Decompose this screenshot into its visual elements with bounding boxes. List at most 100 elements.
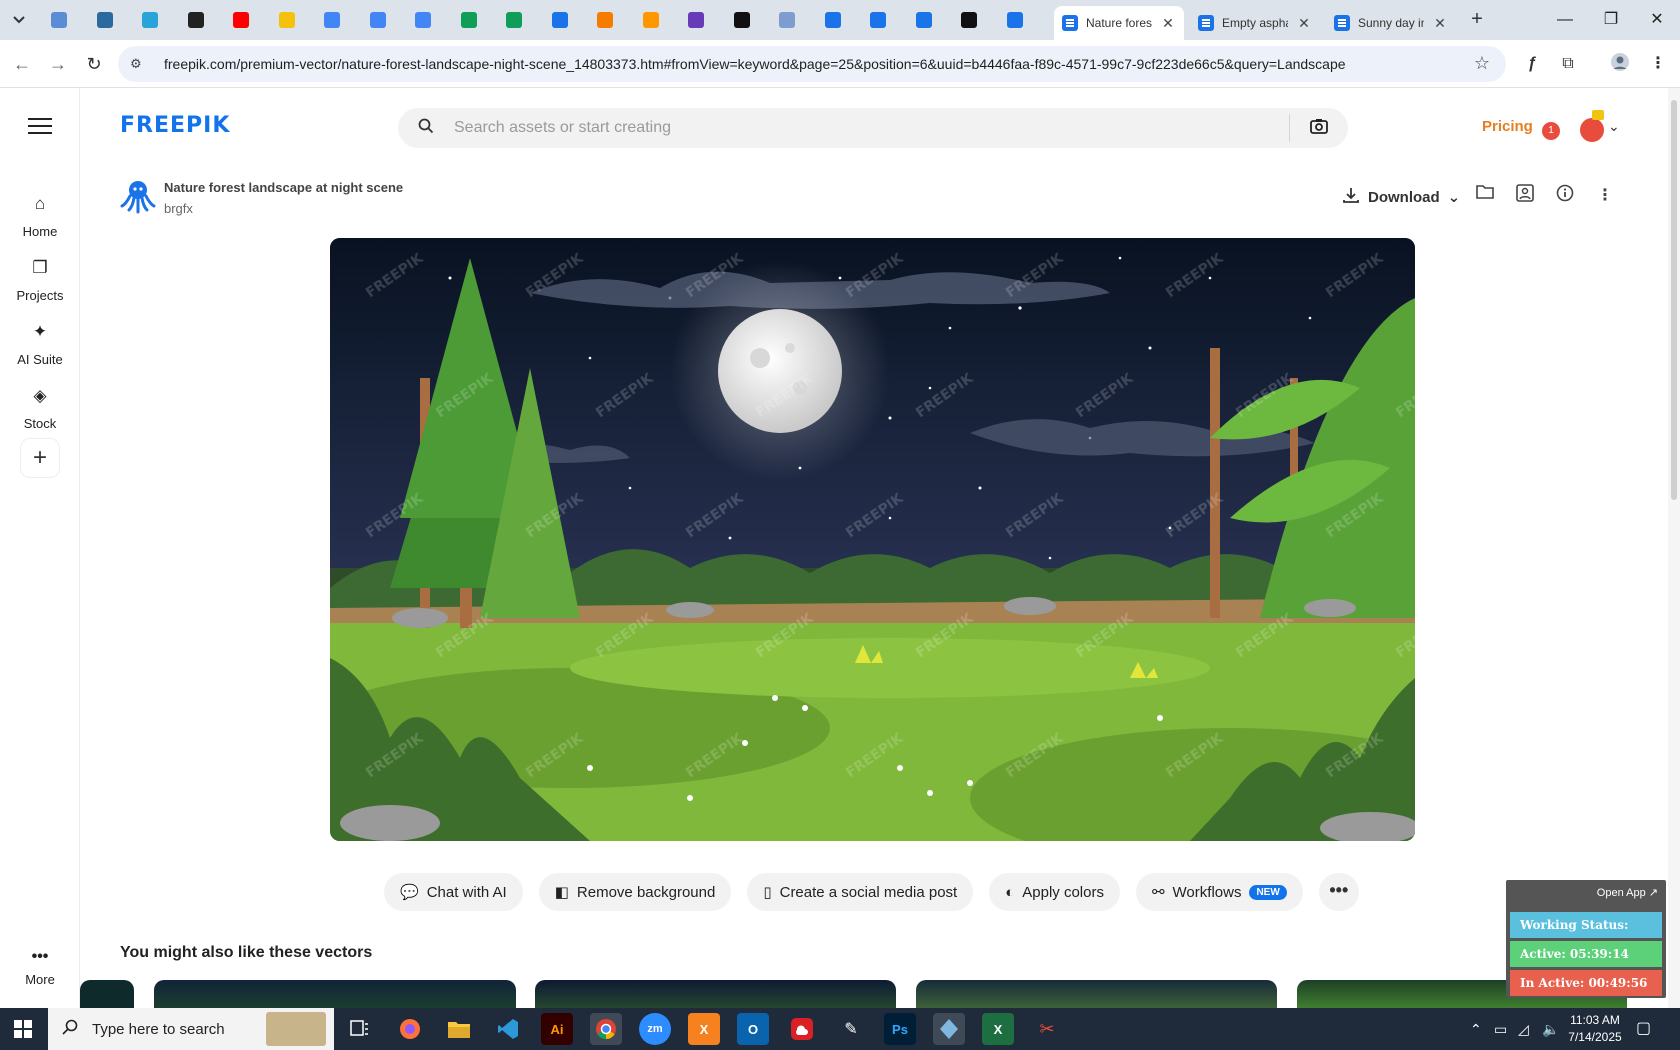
freepik-logo[interactable]: FREEPIK	[120, 113, 230, 138]
pinned-tab[interactable]	[958, 9, 980, 31]
extension-f-icon[interactable]: ƒ	[1520, 52, 1544, 76]
pinned-tab[interactable]	[276, 9, 298, 31]
pen-tool-icon[interactable]: ✎	[835, 1013, 867, 1045]
extensions-puzzle-icon[interactable]: ⧉	[1556, 52, 1580, 76]
pinned-tab[interactable]	[48, 9, 70, 31]
taskbar-search-box[interactable]: Type here to search	[48, 1008, 334, 1050]
download-button[interactable]: Download ⌄	[1342, 184, 1460, 210]
zoom-icon[interactable]: zm	[639, 1013, 671, 1045]
pinned-tab[interactable]	[822, 9, 844, 31]
tab-sunny-day[interactable]: Sunny day in ✕	[1326, 6, 1456, 40]
forward-arrow-icon[interactable]: →	[46, 52, 70, 76]
create-social-post-button[interactable]: ▯ Create a social media post	[747, 873, 974, 911]
page-scrollbar[interactable]	[1668, 88, 1680, 1008]
chrome-icon[interactable]	[590, 1013, 622, 1045]
tab-close-icon[interactable]: ✕	[1296, 15, 1312, 32]
tray-overflow-chevron-icon[interactable]: ⌃	[1470, 1008, 1482, 1050]
tab-close-icon[interactable]: ✕	[1432, 15, 1448, 32]
related-thumbnail[interactable]	[535, 980, 896, 1008]
collection-image-icon[interactable]	[1513, 184, 1537, 208]
browser-menu-icon[interactable]: ⋮	[1646, 52, 1670, 76]
apply-colors-button[interactable]: ◐ Apply colors	[989, 873, 1120, 911]
tab-empty-asphalt[interactable]: Empty asphalt ✕	[1190, 6, 1320, 40]
creative-cloud-icon[interactable]	[786, 1013, 818, 1045]
nav-home[interactable]: ⌂ Home	[0, 194, 80, 239]
pinned-tab[interactable]	[412, 9, 434, 31]
pinned-tab[interactable]	[867, 9, 889, 31]
nav-stock[interactable]: ◈ Stock	[0, 386, 80, 431]
add-plus-button[interactable]: +	[20, 438, 60, 478]
tab-close-icon[interactable]: ✕	[1160, 15, 1176, 32]
windows-start-icon[interactable]	[0, 1008, 46, 1050]
pinned-tab[interactable]	[230, 9, 252, 31]
illustrator-icon[interactable]: Ai	[541, 1013, 573, 1045]
system-clock[interactable]: 11:03 AM 7/14/2025	[1560, 1012, 1630, 1046]
new-tab-button[interactable]: +	[1464, 8, 1490, 32]
more-actions-button[interactable]: •••	[1318, 873, 1359, 911]
nav-more[interactable]: ••• More	[0, 948, 80, 987]
pinned-tab[interactable]	[367, 9, 389, 31]
pinned-tab[interactable]	[731, 9, 753, 31]
task-view-icon[interactable]	[344, 1013, 376, 1045]
photoshop-icon[interactable]: Ps	[884, 1013, 916, 1045]
pinned-tab[interactable]	[1004, 9, 1026, 31]
minimize-window-button[interactable]: —	[1542, 6, 1588, 34]
site-settings-icon[interactable]: ⚙	[130, 56, 148, 72]
asset-author-link[interactable]: brgfx	[164, 201, 193, 216]
hamburger-menu-icon[interactable]	[28, 118, 52, 136]
related-thumbnail[interactable]	[916, 980, 1277, 1008]
pinned-tab[interactable]	[640, 9, 662, 31]
tray-network-icon[interactable]: ▭	[1494, 1008, 1507, 1050]
pinned-tab[interactable]	[139, 9, 161, 31]
pinned-tab[interactable]	[503, 9, 525, 31]
profile-avatar-icon[interactable]	[1608, 52, 1632, 76]
chat-with-ai-button[interactable]: 💬 Chat with AI	[384, 873, 523, 911]
author-octopus-logo[interactable]	[120, 178, 156, 214]
tab-search-chevron-icon[interactable]	[6, 8, 32, 32]
taskbar-search-input[interactable]: Type here to search	[92, 1021, 225, 1038]
pinned-tab[interactable]	[594, 9, 616, 31]
restore-window-button[interactable]: ❐	[1588, 6, 1634, 34]
tray-wifi-icon[interactable]: ◿	[1518, 1008, 1529, 1050]
bookmark-star-icon[interactable]: ☆	[1474, 53, 1490, 74]
scrollbar-thumb[interactable]	[1671, 100, 1677, 500]
camera-search-icon[interactable]	[1290, 118, 1348, 139]
pinned-tab[interactable]	[94, 9, 116, 31]
related-thumbnail[interactable]	[154, 980, 516, 1008]
vscode-icon[interactable]	[492, 1013, 524, 1045]
firefox-icon[interactable]	[394, 1013, 426, 1045]
more-options-vertical-icon[interactable]: ⋮	[1593, 184, 1617, 208]
address-bar[interactable]: ⚙ freepik.com/premium-vector/nature-fore…	[118, 46, 1506, 82]
snipping-tool-icon[interactable]: ✂	[1031, 1013, 1063, 1045]
pinned-tab[interactable]	[321, 9, 343, 31]
pricing-link[interactable]: Pricing	[1482, 118, 1533, 135]
back-arrow-icon[interactable]: ←	[10, 52, 34, 76]
hero-vector-image[interactable]: FREEPIK FREEPIK FREEPIK FREEPIK FREEPIK FREEP…	[330, 238, 1415, 841]
search-bar[interactable]: Search assets or start creating	[398, 108, 1348, 148]
open-app-link[interactable]: Open App ↗	[1597, 886, 1658, 899]
info-icon[interactable]	[1553, 184, 1577, 208]
excel-icon[interactable]: X	[982, 1013, 1014, 1045]
reload-icon[interactable]: ↻	[82, 52, 106, 76]
remove-background-button[interactable]: ◧ Remove background	[538, 873, 732, 911]
url-text[interactable]: freepik.com/premium-vector/nature-forest…	[164, 56, 1346, 72]
tray-volume-icon[interactable]: 🔈	[1542, 1008, 1559, 1050]
pinned-tab[interactable]	[185, 9, 207, 31]
account-chevron-down-icon[interactable]: ⌄	[1608, 118, 1620, 135]
close-window-button[interactable]: ✕	[1634, 6, 1680, 34]
pinned-tab[interactable]	[913, 9, 935, 31]
action-center-icon[interactable]: ▢	[1636, 1008, 1651, 1050]
save-to-folder-icon[interactable]	[1473, 184, 1497, 208]
nav-projects[interactable]: ❐ Projects	[0, 258, 80, 303]
nav-ai-suite[interactable]: ✦ AI Suite	[0, 322, 80, 367]
pinned-tab[interactable]	[458, 9, 480, 31]
xampp-icon[interactable]: X	[688, 1013, 720, 1045]
related-thumbnail[interactable]	[80, 980, 134, 1008]
diamond-app-icon[interactable]	[933, 1013, 965, 1045]
outlook-icon[interactable]: O	[737, 1013, 769, 1045]
pinned-tab[interactable]	[685, 9, 707, 31]
pinned-tab[interactable]	[549, 9, 571, 31]
file-explorer-icon[interactable]	[443, 1013, 475, 1045]
notification-badge[interactable]: 1	[1542, 122, 1560, 140]
tab-nature-forest[interactable]: Nature forest ✕	[1054, 6, 1184, 40]
